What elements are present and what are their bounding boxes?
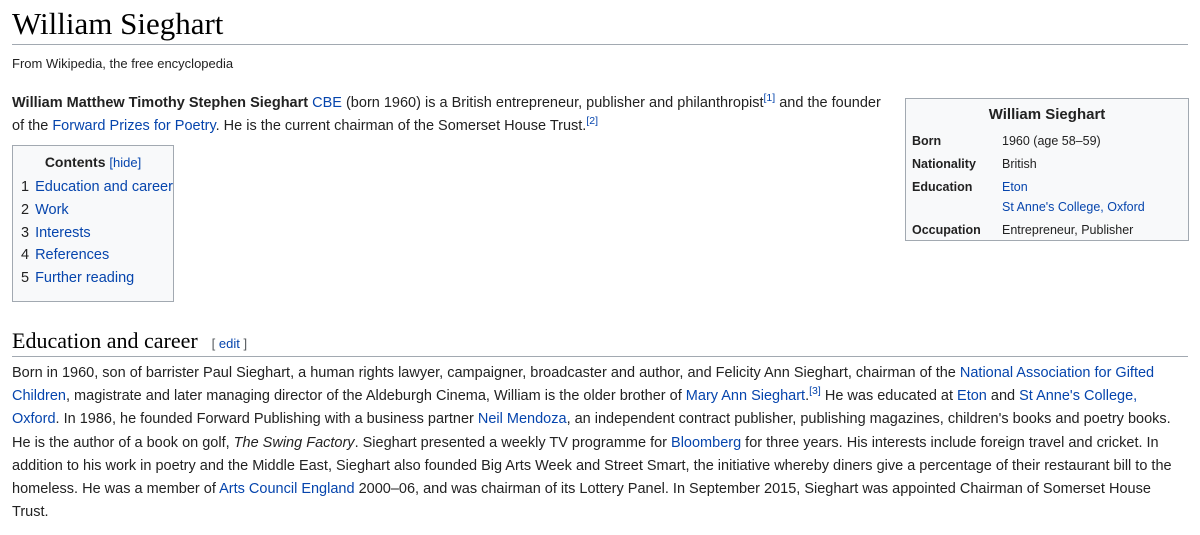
toc-hide-toggle[interactable]: [hide]	[109, 155, 141, 170]
section-heading-education: Education and career[ edit ]	[12, 328, 248, 353]
cbe-link[interactable]: CBE	[312, 95, 342, 111]
toc-list: 1 Education and career 2 Work 3 Interests 4…	[21, 176, 173, 290]
infobox-row-occupation: Occupation Entrepreneur, Publisher	[912, 223, 1134, 237]
toc-title: Contents	[44, 154, 106, 170]
section-edit: [ edit ]	[211, 336, 248, 351]
eton-link[interactable]: Eton	[957, 388, 987, 404]
education-paragraph: Born in 1960, son of barrister Paul Sieg…	[12, 365, 1172, 521]
lead-text-1: (born 1960) is a British entrepreneur, p…	[341, 95, 764, 111]
arts-council-link[interactable]: Arts Council England	[219, 481, 354, 497]
toc-item-interests[interactable]: 3 Interests	[21, 222, 173, 245]
infobox-row-education: Education Eton St Anne's College, Oxford	[912, 180, 1145, 214]
infobox-row-born: Born 1960 (age 58–59)	[912, 134, 1101, 148]
site-tagline: From Wikipedia, the free encyclopedia	[12, 56, 234, 71]
toc-item-further-reading[interactable]: 5 Further reading	[21, 267, 173, 290]
subject-name: William Matthew Timothy Stephen Sieghart	[12, 95, 309, 111]
lead-text-3: . He is the current chairman of the Some…	[215, 118, 587, 134]
toc-item-education-and-career[interactable]: 1 Education and career	[21, 176, 173, 199]
infobox-eton-link[interactable]: Eton	[1002, 180, 1028, 194]
infobox: William Sieghart Born 1960 (age 58–59) N…	[905, 98, 1189, 241]
infobox-st-annes-link[interactable]: St Anne's College, Oxford	[1002, 200, 1145, 214]
lead-paragraph: William Matthew Timothy Stephen Sieghart…	[12, 92, 892, 138]
forward-prizes-link[interactable]: Forward Prizes for Poetry	[52, 118, 215, 134]
article-page: William Sieghart From Wikipedia, the fre…	[0, 0, 1200, 535]
book-title: The Swing Factory	[233, 434, 355, 451]
ref-1-link[interactable]: [1]	[764, 92, 776, 104]
table-of-contents: Contents [hide] 1 Education and career 2W…	[12, 145, 174, 302]
infobox-row-nationality: Nationality British	[912, 157, 1037, 171]
mary-ann-sieghart-link[interactable]: Mary Ann Sieghart	[686, 388, 805, 404]
edit-section-link[interactable]: edit	[219, 336, 240, 351]
section-divider	[12, 356, 1188, 357]
infobox-title: William Sieghart	[988, 106, 1106, 123]
toc-item-work[interactable]: 2 Work	[21, 199, 173, 222]
title-divider	[12, 44, 1188, 45]
ref-2-link[interactable]: [2]	[586, 115, 598, 127]
ref-3-link[interactable]: [3]	[809, 385, 821, 397]
neil-mendoza-link[interactable]: Neil Mendoza	[478, 411, 567, 427]
bloomberg-link[interactable]: Bloomberg	[671, 435, 741, 451]
toc-item-references[interactable]: 4 References	[21, 244, 173, 267]
page-title: William Sieghart	[12, 6, 224, 41]
toc-header: Contents [hide]	[21, 154, 173, 170]
